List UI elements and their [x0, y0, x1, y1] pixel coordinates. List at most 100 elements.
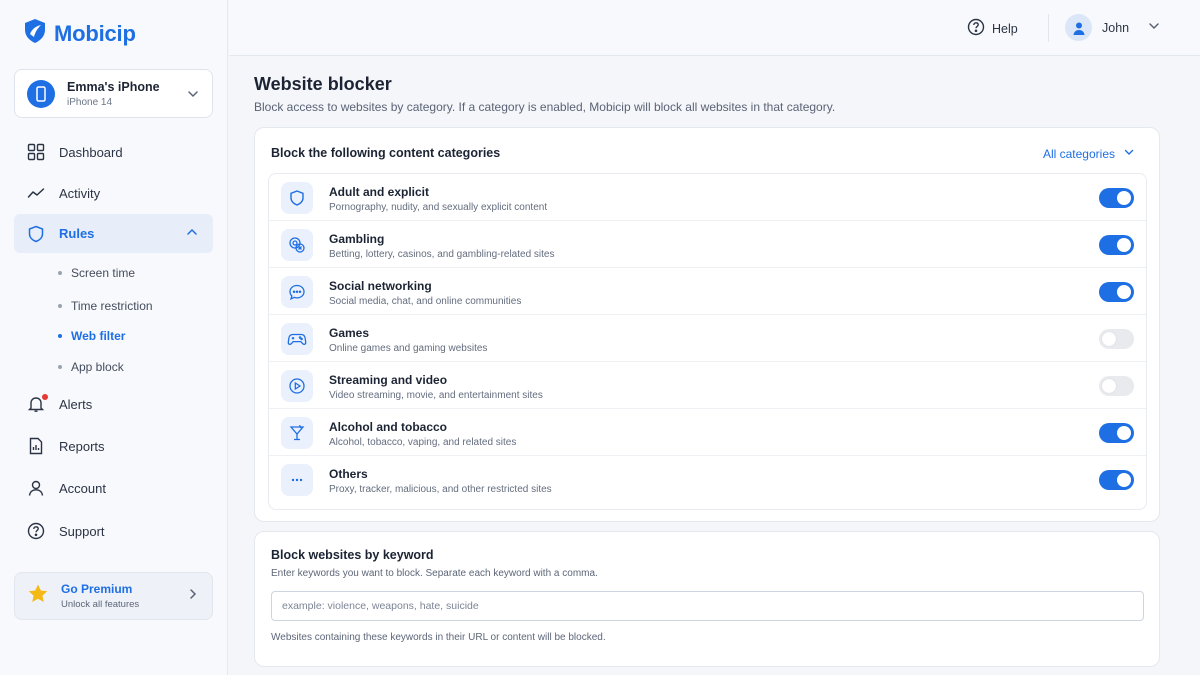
more-icon	[281, 464, 313, 496]
page-description: Block access to websites by category. If…	[254, 100, 836, 114]
bullet-icon	[58, 365, 62, 369]
shield-icon	[26, 224, 46, 244]
sidebar: Mobicip Emma's iPhone iPhone 14 Dashboar…	[0, 0, 228, 675]
premium-title: Go Premium	[61, 582, 133, 596]
toggle-knob	[1102, 332, 1116, 346]
nav-reports[interactable]: Reports	[14, 427, 213, 465]
nav-dashboard-label: Dashboard	[59, 144, 123, 160]
category-title: Others	[329, 467, 368, 481]
category-toggle[interactable]	[1099, 282, 1134, 302]
play-icon	[281, 370, 313, 402]
sub-app-block[interactable]: App block	[58, 360, 124, 374]
category-toggle[interactable]	[1099, 423, 1134, 443]
category-row: Others Proxy, tracker, malicious, and ot…	[269, 456, 1146, 503]
question-circle-icon	[26, 521, 46, 541]
keyword-input[interactable]	[271, 591, 1144, 621]
sub-web-filter[interactable]: Web filter	[58, 329, 125, 343]
categories-card: Block the following content categories A…	[254, 127, 1160, 522]
toggle-knob	[1117, 238, 1131, 252]
chevron-down-icon	[1123, 146, 1135, 161]
sub-screen-time[interactable]: Screen time	[58, 266, 135, 280]
go-premium-card[interactable]: Go Premium Unlock all features	[14, 572, 213, 620]
chevron-up-icon	[185, 225, 199, 242]
category-description: Online games and gaming websites	[329, 343, 488, 354]
shield-icon	[281, 182, 313, 214]
alert-badge	[42, 394, 48, 400]
category-toggle[interactable]	[1099, 470, 1134, 490]
top-bar: Help John	[229, 0, 1200, 56]
user-name: John	[1102, 20, 1130, 35]
category-toggle[interactable]	[1099, 188, 1134, 208]
gamepad-icon	[281, 323, 313, 355]
category-description: Social media, chat, and online communiti…	[329, 296, 522, 307]
toggle-knob	[1102, 379, 1116, 393]
nav-alerts[interactable]: Alerts	[14, 385, 213, 423]
toggle-knob	[1117, 191, 1131, 205]
category-list: Adult and explicit Pornography, nudity, …	[268, 173, 1147, 510]
chips-icon	[281, 229, 313, 261]
bullet-icon	[58, 271, 62, 275]
mobicip-logo-icon	[22, 18, 48, 49]
logo[interactable]: Mobicip	[22, 18, 136, 49]
nav-support[interactable]: Support	[14, 512, 213, 550]
nav-rules[interactable]: Rules	[14, 214, 213, 253]
nav-support-label: Support	[59, 523, 105, 539]
nav-account[interactable]: Account	[14, 469, 213, 507]
category-title: Adult and explicit	[329, 185, 430, 199]
device-selector[interactable]: Emma's iPhone iPhone 14	[14, 69, 213, 118]
avatar	[1065, 14, 1092, 41]
sub-web-filter-label: Web filter	[71, 329, 126, 343]
category-toggle[interactable]	[1099, 376, 1134, 396]
category-title: Streaming and video	[329, 373, 448, 387]
category-row: Alcohol and tobacco Alcohol, tobacco, va…	[269, 409, 1146, 456]
cocktail-icon	[281, 417, 313, 449]
nav-alerts-label: Alerts	[59, 396, 93, 412]
category-toggle[interactable]	[1099, 235, 1134, 255]
nav-account-label: Account	[59, 480, 106, 496]
category-description: Proxy, tracker, malicious, and other res…	[329, 484, 552, 495]
device-model: iPhone 14	[67, 96, 113, 108]
help-button[interactable]: Help	[967, 18, 1018, 39]
keyword-title: Block websites by keyword	[271, 548, 434, 562]
nav-activity[interactable]: Activity	[14, 174, 213, 212]
device-name: Emma's iPhone	[67, 79, 160, 94]
activity-icon	[26, 183, 46, 203]
user-icon	[26, 478, 46, 498]
category-title: Social networking	[329, 279, 432, 293]
nav-activity-label: Activity	[59, 185, 101, 201]
category-row: Games Online games and gaming websites	[269, 315, 1146, 362]
user-menu[interactable]: John	[1065, 14, 1161, 41]
chevron-right-icon	[186, 587, 200, 606]
category-description: Betting, lottery, casinos, and gambling-…	[329, 249, 555, 260]
help-icon	[967, 18, 985, 39]
category-description: Pornography, nudity, and sexually explic…	[329, 202, 548, 213]
nav-reports-label: Reports	[59, 438, 105, 454]
category-toggle[interactable]	[1099, 329, 1134, 349]
logo-text: Mobicip	[54, 20, 136, 46]
help-label: Help	[992, 21, 1018, 36]
keyword-description: Enter keywords you want to block. Separa…	[271, 568, 598, 579]
phone-icon	[27, 79, 55, 108]
category-row: Social networking Social media, chat, an…	[269, 268, 1146, 315]
sub-time-restriction-label: Time restriction	[71, 299, 153, 313]
header-divider	[1048, 14, 1049, 42]
bullet-icon	[58, 334, 62, 338]
keyword-card: Block websites by keyword Enter keywords…	[254, 531, 1160, 667]
category-description: Video streaming, movie, and entertainmen…	[329, 390, 543, 401]
nav-dashboard[interactable]: Dashboard	[14, 133, 213, 171]
page-title: Website blocker	[254, 74, 392, 94]
category-title: Alcohol and tobacco	[329, 420, 448, 434]
category-row: Gambling Betting, lottery, casinos, and …	[269, 221, 1146, 268]
grid-icon	[26, 142, 46, 162]
keyword-note: Websites containing these keywords in th…	[271, 632, 606, 643]
category-filter-label: All categories	[1042, 146, 1115, 161]
sub-app-block-label: App block	[71, 360, 124, 374]
category-title: Games	[329, 326, 370, 340]
sub-time-restriction[interactable]: Time restriction	[58, 299, 153, 313]
category-row: Streaming and video Video streaming, mov…	[269, 362, 1146, 409]
bullet-icon	[58, 304, 62, 308]
toggle-knob	[1117, 285, 1131, 299]
category-filter-dropdown[interactable]: All categories	[1043, 146, 1135, 161]
report-icon	[26, 436, 46, 456]
categories-title: Block the following content categories	[271, 146, 501, 160]
